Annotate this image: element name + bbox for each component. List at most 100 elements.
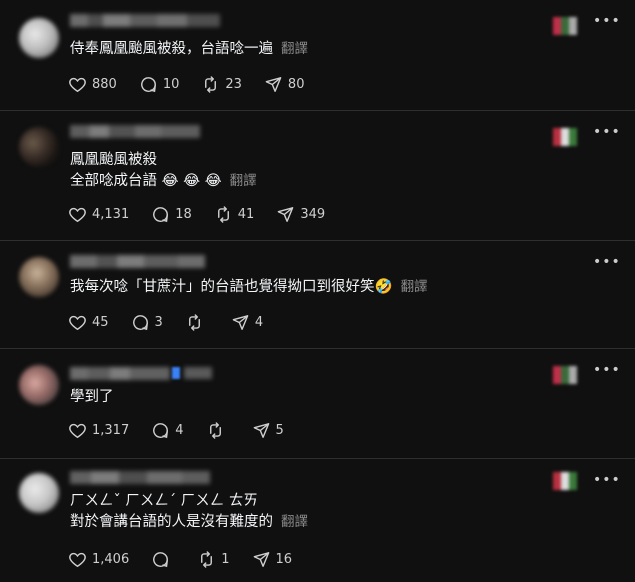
- reply-button[interactable]: 4: [151, 421, 184, 440]
- repost-count: 41: [237, 206, 255, 222]
- post-text: 我每次唸「甘蔗汁」的台語也覺得拗口到很好笑🤣 翻譯: [70, 277, 595, 298]
- like-button[interactable]: 1,406: [68, 550, 129, 569]
- translate-link[interactable]: 翻譯: [281, 41, 308, 57]
- more-options-button[interactable]: •••: [593, 122, 620, 142]
- share-button[interactable]: 5: [252, 421, 284, 440]
- share-send-icon: [232, 314, 249, 330]
- like-count: 1,406: [92, 551, 130, 567]
- repost-button[interactable]: 23: [201, 75, 242, 94]
- post-actions: 45 3 4: [68, 311, 285, 333]
- username-redacted[interactable]: [70, 125, 200, 138]
- reply-bubble-icon: [132, 314, 148, 330]
- post-text: 鳳凰颱風被殺 全部唸成台語 😂 😂 😂 翻譯: [70, 150, 595, 192]
- repost-count: 1: [221, 551, 230, 567]
- avatar[interactable]: [19, 18, 59, 58]
- reply-bubble-icon: [153, 422, 169, 438]
- post-text-line: ㄏㄨㄥˇ ㄏㄨㄥˊ ㄏㄨㄥ ㄊㄞ: [70, 493, 258, 509]
- repost-button[interactable]: [185, 313, 209, 332]
- username-redacted[interactable]: [70, 367, 170, 380]
- repost-button[interactable]: [206, 421, 230, 440]
- more-options-button[interactable]: •••: [593, 470, 620, 490]
- translate-link[interactable]: 翻譯: [401, 279, 428, 295]
- reply-bubble-icon: [140, 76, 156, 92]
- like-count: 45: [92, 314, 109, 330]
- user-badge: [553, 17, 577, 35]
- more-options-button[interactable]: •••: [593, 11, 620, 31]
- share-button[interactable]: 80: [264, 75, 304, 94]
- repost-button[interactable]: 1: [197, 550, 230, 569]
- heart-icon: [69, 315, 86, 330]
- share-send-icon: [253, 422, 269, 438]
- post-actions: 4,131 18 41 349: [68, 203, 347, 225]
- post-text: 學到了: [70, 387, 595, 408]
- avatar[interactable]: [19, 473, 59, 513]
- share-button[interactable]: 349: [276, 205, 325, 224]
- share-send-icon: [265, 76, 282, 92]
- like-button[interactable]: 880: [68, 75, 117, 94]
- post-text-line: 學到了: [70, 389, 114, 405]
- repost-icon: [201, 550, 213, 568]
- post: ••• 我每次唸「甘蔗汁」的台語也覺得拗口到很好笑🤣 翻譯 45 3 4: [0, 240, 635, 348]
- heart-icon: [69, 552, 86, 567]
- reply-button[interactable]: 18: [151, 205, 192, 224]
- share-count: 16: [275, 551, 293, 567]
- avatar[interactable]: [19, 127, 59, 167]
- heart-icon: [69, 207, 86, 222]
- reply-button[interactable]: 10: [139, 75, 180, 94]
- reply-count: 3: [154, 314, 163, 330]
- repost-icon: [217, 205, 229, 223]
- like-count: 880: [92, 76, 117, 92]
- post-actions: 1,317 4 5: [68, 419, 306, 441]
- avatar[interactable]: [19, 257, 59, 297]
- share-send-icon: [277, 206, 294, 222]
- avatar[interactable]: [19, 365, 59, 405]
- username-redacted[interactable]: [70, 14, 220, 27]
- repost-icon: [188, 313, 200, 331]
- like-button[interactable]: 45: [68, 313, 109, 332]
- like-button[interactable]: 4,131: [68, 205, 129, 224]
- more-options-button[interactable]: •••: [593, 360, 620, 380]
- translate-link[interactable]: 翻譯: [281, 514, 308, 530]
- reply-count: 4: [175, 422, 184, 438]
- reply-button[interactable]: [151, 550, 175, 569]
- reply-bubble-icon: [153, 551, 169, 567]
- username-redacted[interactable]: [70, 471, 210, 484]
- threads-reply-feed: ••• 侍奉鳳凰颱風被殺，台語唸一遍 翻譯 880 10 23 80 ••• 鳳…: [0, 0, 635, 582]
- post-text-line: 鳳凰颱風被殺: [70, 152, 157, 168]
- username-redacted[interactable]: [70, 255, 205, 268]
- post-text: ㄏㄨㄥˇ ㄏㄨㄥˊ ㄏㄨㄥ ㄊㄞ 對於會講台語的人是沒有難度的 翻譯: [70, 491, 595, 533]
- share-button[interactable]: 16: [252, 550, 293, 569]
- post: ••• 鳳凰颱風被殺 全部唸成台語 😂 😂 😂 翻譯 4,131 18 41 34…: [0, 110, 635, 240]
- share-count: 349: [300, 206, 326, 222]
- share-count: 4: [254, 314, 264, 330]
- post-actions: 1,406 1 16: [68, 548, 314, 570]
- repost-count: 23: [225, 76, 242, 92]
- repost-icon: [205, 75, 217, 93]
- like-count: 4,131: [92, 206, 130, 222]
- translate-link[interactable]: 翻譯: [230, 173, 257, 189]
- repost-button[interactable]: 41: [214, 205, 255, 224]
- post-actions: 880 10 23 80: [68, 73, 326, 95]
- reply-count: 10: [162, 76, 180, 92]
- user-badge: [553, 366, 577, 384]
- share-count: 5: [275, 422, 284, 438]
- post: ••• 學到了 1,317 4 5: [0, 348, 635, 458]
- reply-bubble-icon: [153, 206, 169, 222]
- post: ••• ㄏㄨㄥˇ ㄏㄨㄥˊ ㄏㄨㄥ ㄊㄞ 對於會講台語的人是沒有難度的 翻譯 1,…: [0, 458, 635, 582]
- share-send-icon: [253, 551, 269, 567]
- like-count: 1,317: [92, 422, 130, 438]
- reply-count: 18: [175, 206, 192, 222]
- heart-icon: [69, 423, 86, 438]
- share-button[interactable]: 4: [231, 313, 263, 332]
- like-button[interactable]: 1,317: [68, 421, 129, 440]
- reply-button[interactable]: 3: [131, 313, 163, 332]
- post: ••• 侍奉鳳凰颱風被殺，台語唸一遍 翻譯 880 10 23 80: [0, 0, 635, 110]
- repost-icon: [209, 421, 221, 439]
- user-badge: [553, 472, 577, 490]
- verified-badge: [172, 367, 180, 379]
- heart-icon: [69, 77, 86, 92]
- user-badge: [553, 128, 577, 146]
- more-options-button[interactable]: •••: [593, 252, 620, 272]
- post-text-line: 全部唸成台語 😂 😂 😂: [70, 173, 222, 189]
- post-text: 侍奉鳳凰颱風被殺，台語唸一遍 翻譯: [70, 39, 595, 60]
